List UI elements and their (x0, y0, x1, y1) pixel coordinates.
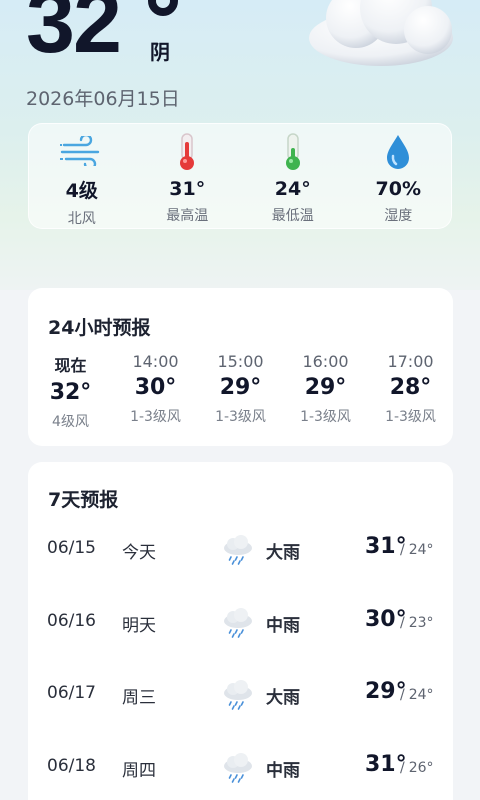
day-condition: 中雨 (266, 616, 300, 636)
hour-wind: 1-3级风 (215, 409, 266, 425)
hour-temp: 30° (134, 375, 177, 400)
day-condition: 中雨 (266, 761, 300, 781)
hour-time: 16:00 (302, 352, 349, 371)
daily-row[interactable]: 06/15 今天 大雨 31° /24° (28, 530, 453, 570)
day-name: 今天 (122, 543, 156, 563)
stat-value: 31° (169, 178, 206, 200)
stat-low-temp: 24° 最低温 (240, 124, 346, 228)
slash: / (400, 687, 405, 703)
stat-value: 4级 (65, 180, 98, 202)
current-date: 2026年06月15日 (26, 88, 180, 110)
current-condition: 阴 (150, 40, 170, 64)
hourly-forecast-title: 24小时预报 (48, 317, 151, 339)
rain-cloud-icon (224, 608, 252, 638)
day-low-wrap: /24° (400, 542, 438, 558)
rain-cloud-icon (224, 753, 252, 783)
hour-temp: 29° (304, 375, 347, 400)
stat-humidity: 70% 湿度 (346, 124, 452, 228)
thermometer-high-icon (165, 132, 209, 172)
slash: / (400, 615, 405, 631)
stat-wind: 4级 北风 (29, 124, 135, 228)
daily-row[interactable]: 06/16 明天 中雨 30° /23° (28, 603, 453, 643)
day-condition: 大雨 (266, 543, 300, 563)
day-date: 06/16 (47, 611, 96, 631)
day-date: 06/15 (47, 538, 96, 558)
wind-icon (59, 132, 104, 170)
hour-temp: 32° (49, 380, 92, 405)
day-condition: 大雨 (266, 688, 300, 708)
hourly-item[interactable]: 现在 32° 4级风 (28, 352, 113, 431)
slash: / (400, 760, 405, 776)
daily-row[interactable]: 06/17 周三 大雨 29° /24° (28, 675, 453, 715)
hour-time: 15:00 (217, 352, 264, 371)
stat-value: 70% (375, 178, 421, 200)
stat-label: 最低温 (271, 208, 314, 224)
hourly-forecast-card: 24小时预报 现在 32° 4级风 14:00 30° 1-3级风 15:00 … (28, 288, 453, 446)
day-low: 24° (408, 542, 434, 558)
hour-wind: 1-3级风 (385, 409, 436, 425)
current-weather-panel: 32 阴 2026年06月15日 4级 北风 31° 最高温 24° 最低温 7… (0, 0, 480, 290)
stat-high-temp: 31° 最高温 (135, 124, 241, 228)
day-low-wrap: /24° (400, 687, 438, 703)
day-low-wrap: /23° (400, 615, 438, 631)
hourly-list: 现在 32° 4级风 14:00 30° 1-3级风 15:00 29° 1-3… (28, 352, 453, 431)
day-name: 周三 (122, 688, 156, 708)
hour-temp: 29° (219, 375, 262, 400)
hour-time: 14:00 (132, 352, 179, 371)
slash: / (400, 542, 405, 558)
hour-wind: 1-3级风 (130, 409, 181, 425)
day-low-wrap: /26° (400, 760, 438, 776)
day-low: 26° (408, 760, 434, 776)
hour-wind: 4级风 (52, 414, 89, 430)
weekly-forecast-title: 7天预报 (48, 489, 119, 511)
thermometer-low-icon (271, 132, 315, 172)
day-name: 周四 (122, 761, 156, 781)
hourly-item[interactable]: 15:00 29° 1-3级风 (198, 352, 283, 431)
hour-wind: 1-3级风 (300, 409, 351, 425)
hourly-item[interactable]: 17:00 28° 1-3级风 (368, 352, 453, 431)
day-date: 06/18 (47, 756, 96, 776)
hourly-item[interactable]: 16:00 29° 1-3级风 (283, 352, 368, 431)
stat-value: 24° (274, 178, 311, 200)
hourly-item[interactable]: 14:00 30° 1-3级风 (113, 352, 198, 431)
current-temperature: 32 (26, 0, 122, 71)
hour-time: 现在 (54, 356, 87, 375)
rain-cloud-icon (224, 535, 252, 565)
day-low: 24° (408, 687, 434, 703)
weekly-forecast-card: 7天预报 06/15 今天 大雨 31° /24° 06/16 明天 中雨 30… (28, 462, 453, 800)
weather-stats-card: 4级 北风 31° 最高温 24° 最低温 70% 湿度 (28, 123, 452, 229)
hour-temp: 28° (389, 375, 432, 400)
hour-time: 17:00 (387, 352, 434, 371)
cloud-icon (309, 0, 453, 66)
rain-cloud-icon (224, 680, 252, 710)
water-drop-icon (376, 132, 420, 172)
day-date: 06/17 (47, 683, 96, 703)
stat-label: 北风 (67, 211, 96, 227)
day-name: 明天 (122, 616, 156, 636)
daily-row[interactable]: 06/18 周四 中雨 31° /26° (28, 748, 453, 788)
degree-symbol (148, 0, 178, 16)
stat-label: 最高温 (166, 208, 209, 224)
stat-label: 湿度 (384, 208, 413, 224)
day-low: 23° (408, 615, 434, 631)
